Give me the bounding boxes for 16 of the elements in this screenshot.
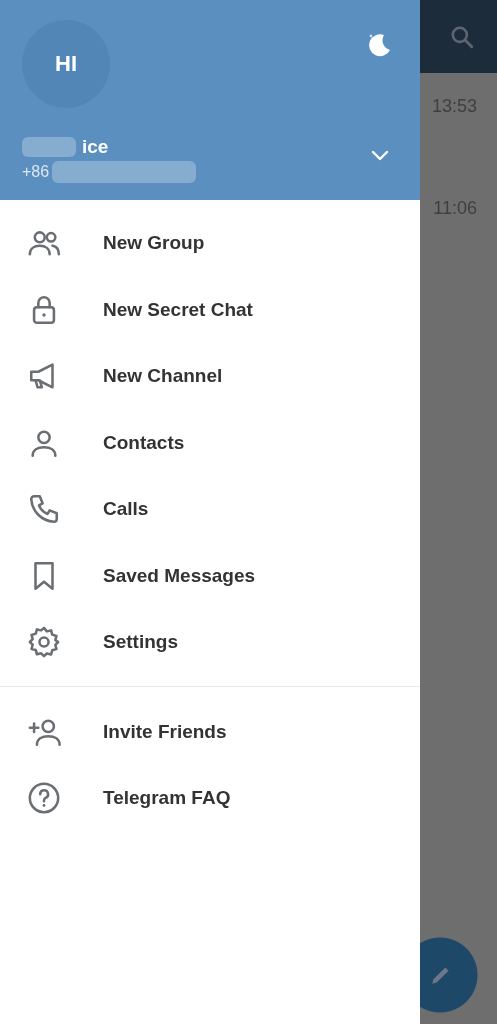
blurred-text: [22, 137, 76, 157]
compose-button[interactable]: [420, 937, 478, 1013]
avatar[interactable]: HI: [22, 20, 110, 108]
menu-item[interactable]: New Channel: [0, 343, 420, 410]
gear-icon: [27, 625, 61, 660]
menu-item[interactable]: Contacts: [0, 409, 420, 476]
question-icon: [27, 781, 61, 816]
menu-item[interactable]: Telegram FAQ: [0, 765, 420, 832]
menu-item[interactable]: Settings: [0, 609, 420, 676]
menu-item[interactable]: New Group: [0, 210, 420, 277]
menu-item[interactable]: Saved Messages: [0, 542, 420, 609]
account-name: ice: [82, 136, 109, 158]
menu-item[interactable]: New Secret Chat: [0, 276, 420, 343]
phone-number: +86: [22, 163, 50, 181]
menu-item[interactable]: Invite Friends: [0, 698, 420, 765]
menu-item[interactable]: Calls: [0, 476, 420, 543]
